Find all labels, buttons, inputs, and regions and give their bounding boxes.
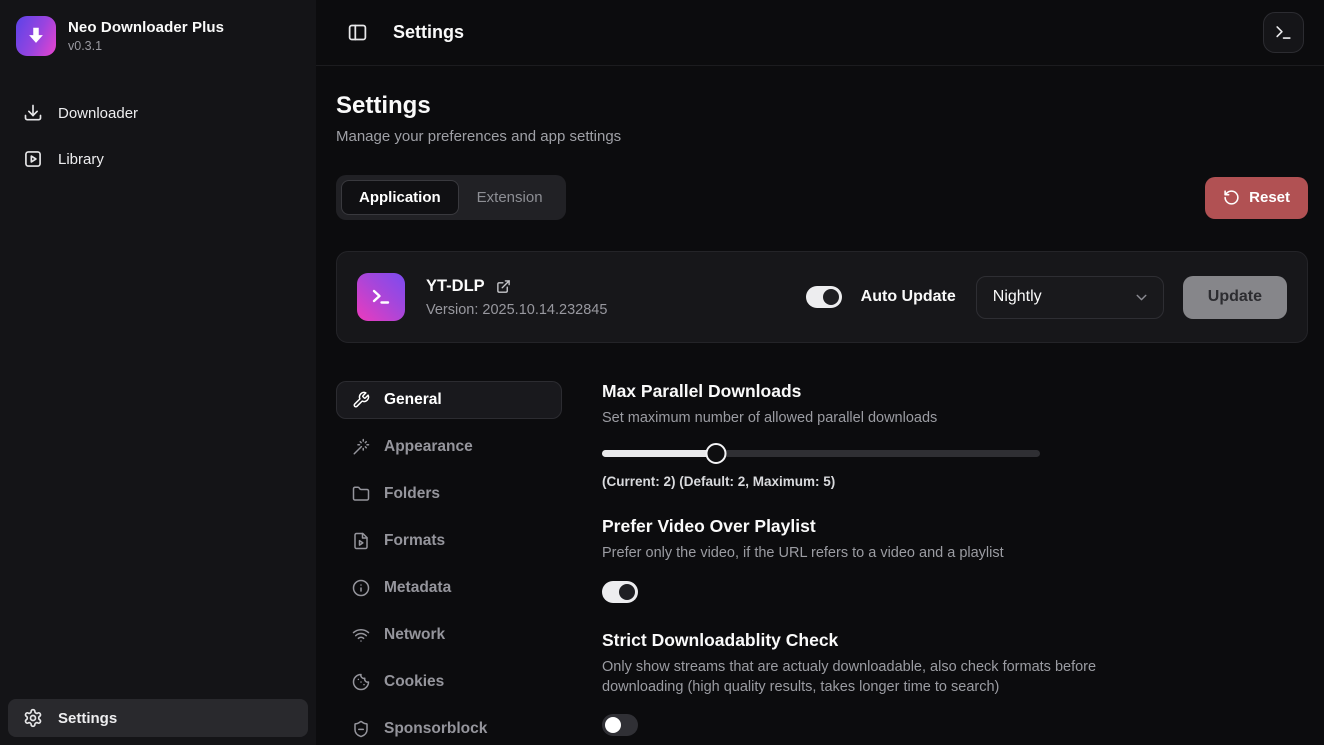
panel-left-icon[interactable] — [347, 22, 368, 43]
ytdlp-version: Version: 2025.10.14.232845 — [426, 302, 607, 318]
settings-nav-general[interactable]: General — [336, 381, 562, 419]
settings-nav-label: Appearance — [384, 438, 473, 456]
download-icon — [23, 103, 43, 123]
shield-minus-icon — [352, 720, 370, 738]
setting-prefer-video-over-playlist: Prefer Video Over Playlist Prefer only t… — [602, 516, 1308, 602]
max-parallel-caption: (Current: 2) (Default: 2, Maximum: 5) — [602, 474, 1308, 489]
sidebar-item-label: Settings — [58, 710, 117, 727]
topbar-title: Settings — [393, 22, 464, 43]
folder-icon — [352, 485, 370, 503]
auto-update-toggle[interactable] — [806, 286, 842, 308]
cookie-icon — [352, 673, 370, 691]
sidebar-nav: Downloader Library — [8, 94, 308, 178]
max-parallel-slider[interactable] — [602, 443, 1040, 464]
wifi-icon — [352, 626, 370, 644]
reset-button-label: Reset — [1249, 189, 1290, 206]
ytdlp-terminal-icon — [357, 273, 405, 321]
file-play-icon — [352, 532, 370, 550]
terminal-icon — [1274, 23, 1293, 42]
wrench-icon — [352, 391, 370, 409]
setting-max-parallel-downloads: Max Parallel Downloads Set maximum numbe… — [602, 381, 1308, 489]
app-version: v0.3.1 — [68, 39, 224, 53]
strict-check-toggle[interactable] — [602, 714, 638, 736]
app-logo — [16, 16, 56, 56]
ytdlp-title: YT-DLP — [426, 277, 485, 296]
toggle-knob — [605, 717, 621, 733]
settings-nav-formats[interactable]: Formats — [336, 522, 562, 560]
ytdlp-controls: Auto Update Nightly Update — [806, 276, 1287, 319]
gear-icon — [23, 708, 43, 728]
settings-page: Settings Manage your preferences and app… — [316, 66, 1324, 745]
update-button[interactable]: Update — [1183, 276, 1287, 319]
settings-nav-label: Folders — [384, 485, 440, 503]
settings-nav-label: General — [384, 391, 442, 409]
settings-nav-label: Network — [384, 626, 445, 644]
setting-description: Set maximum number of allowed parallel d… — [602, 408, 1308, 428]
setting-description: Prefer only the video, if the URL refers… — [602, 543, 1308, 563]
toggle-knob — [823, 289, 839, 305]
settings-body: General Appearance Folders Formats — [336, 381, 1308, 745]
app-brand: Neo Downloader Plus v0.3.1 — [8, 8, 308, 64]
library-icon — [23, 149, 43, 169]
setting-strict-downloadability-check: Strict Downloadablity Check Only show st… — [602, 630, 1308, 737]
page-subtitle: Manage your preferences and app settings — [336, 128, 1308, 145]
tab-group: Application Extension — [336, 175, 566, 220]
wand-sparkles-icon — [352, 438, 370, 456]
settings-nav-label: Metadata — [384, 579, 451, 597]
settings-nav-appearance[interactable]: Appearance — [336, 428, 562, 466]
page-title: Settings — [336, 92, 1308, 120]
topbar: Settings — [316, 0, 1324, 66]
settings-nav-label: Formats — [384, 532, 445, 550]
tab-application[interactable]: Application — [341, 180, 459, 215]
app-sidebar: Neo Downloader Plus v0.3.1 Downloader Li… — [0, 0, 316, 745]
download-arrow-icon — [25, 25, 47, 47]
setting-description: Only show streams that are actualy downl… — [602, 657, 1142, 698]
app-window: Neo Downloader Plus v0.3.1 Downloader Li… — [0, 0, 1324, 745]
setting-title: Max Parallel Downloads — [602, 381, 1308, 402]
settings-nav: General Appearance Folders Formats — [336, 381, 562, 745]
external-link-icon[interactable] — [496, 279, 511, 294]
auto-update-label: Auto Update — [861, 288, 956, 306]
settings-nav-label: Cookies — [384, 673, 444, 691]
sidebar-item-downloader[interactable]: Downloader — [8, 94, 308, 132]
rotate-ccw-icon — [1223, 189, 1240, 206]
update-channel-select[interactable]: Nightly — [976, 276, 1164, 319]
info-icon — [352, 579, 370, 597]
sidebar-item-label: Library — [58, 151, 104, 168]
ytdlp-card: YT-DLP Version: 2025.10.14.232845 Auto U… — [336, 251, 1308, 343]
settings-nav-sponsorblock[interactable]: Sponsorblock — [336, 710, 562, 745]
terminal-button[interactable] — [1263, 12, 1304, 53]
sidebar-item-settings[interactable]: Settings — [8, 699, 308, 737]
app-brand-text: Neo Downloader Plus v0.3.1 — [68, 19, 224, 53]
main-area: Settings Settings Manage your preference… — [316, 0, 1324, 745]
ytdlp-info: YT-DLP Version: 2025.10.14.232845 — [426, 277, 607, 318]
app-name: Neo Downloader Plus — [68, 19, 224, 36]
settings-panel: Max Parallel Downloads Set maximum numbe… — [602, 381, 1308, 745]
prefer-video-toggle[interactable] — [602, 581, 638, 603]
max-parallel-slider-fill — [602, 450, 716, 457]
tab-extension[interactable]: Extension — [459, 180, 561, 215]
setting-title: Prefer Video Over Playlist — [602, 516, 1308, 537]
tabs-row: Application Extension Reset — [336, 175, 1308, 220]
settings-nav-metadata[interactable]: Metadata — [336, 569, 562, 607]
settings-nav-network[interactable]: Network — [336, 616, 562, 654]
toggle-knob — [619, 584, 635, 600]
sidebar-bottom: Settings — [8, 699, 308, 737]
settings-nav-cookies[interactable]: Cookies — [336, 663, 562, 701]
sidebar-item-library[interactable]: Library — [8, 140, 308, 178]
sidebar-item-label: Downloader — [58, 105, 138, 122]
max-parallel-slider-thumb[interactable] — [705, 443, 726, 464]
settings-nav-folders[interactable]: Folders — [336, 475, 562, 513]
settings-nav-label: Sponsorblock — [384, 720, 487, 738]
setting-title: Strict Downloadablity Check — [602, 630, 1308, 651]
reset-button[interactable]: Reset — [1205, 177, 1308, 219]
chevron-down-icon — [1133, 289, 1150, 306]
update-channel-value: Nightly — [993, 288, 1042, 306]
